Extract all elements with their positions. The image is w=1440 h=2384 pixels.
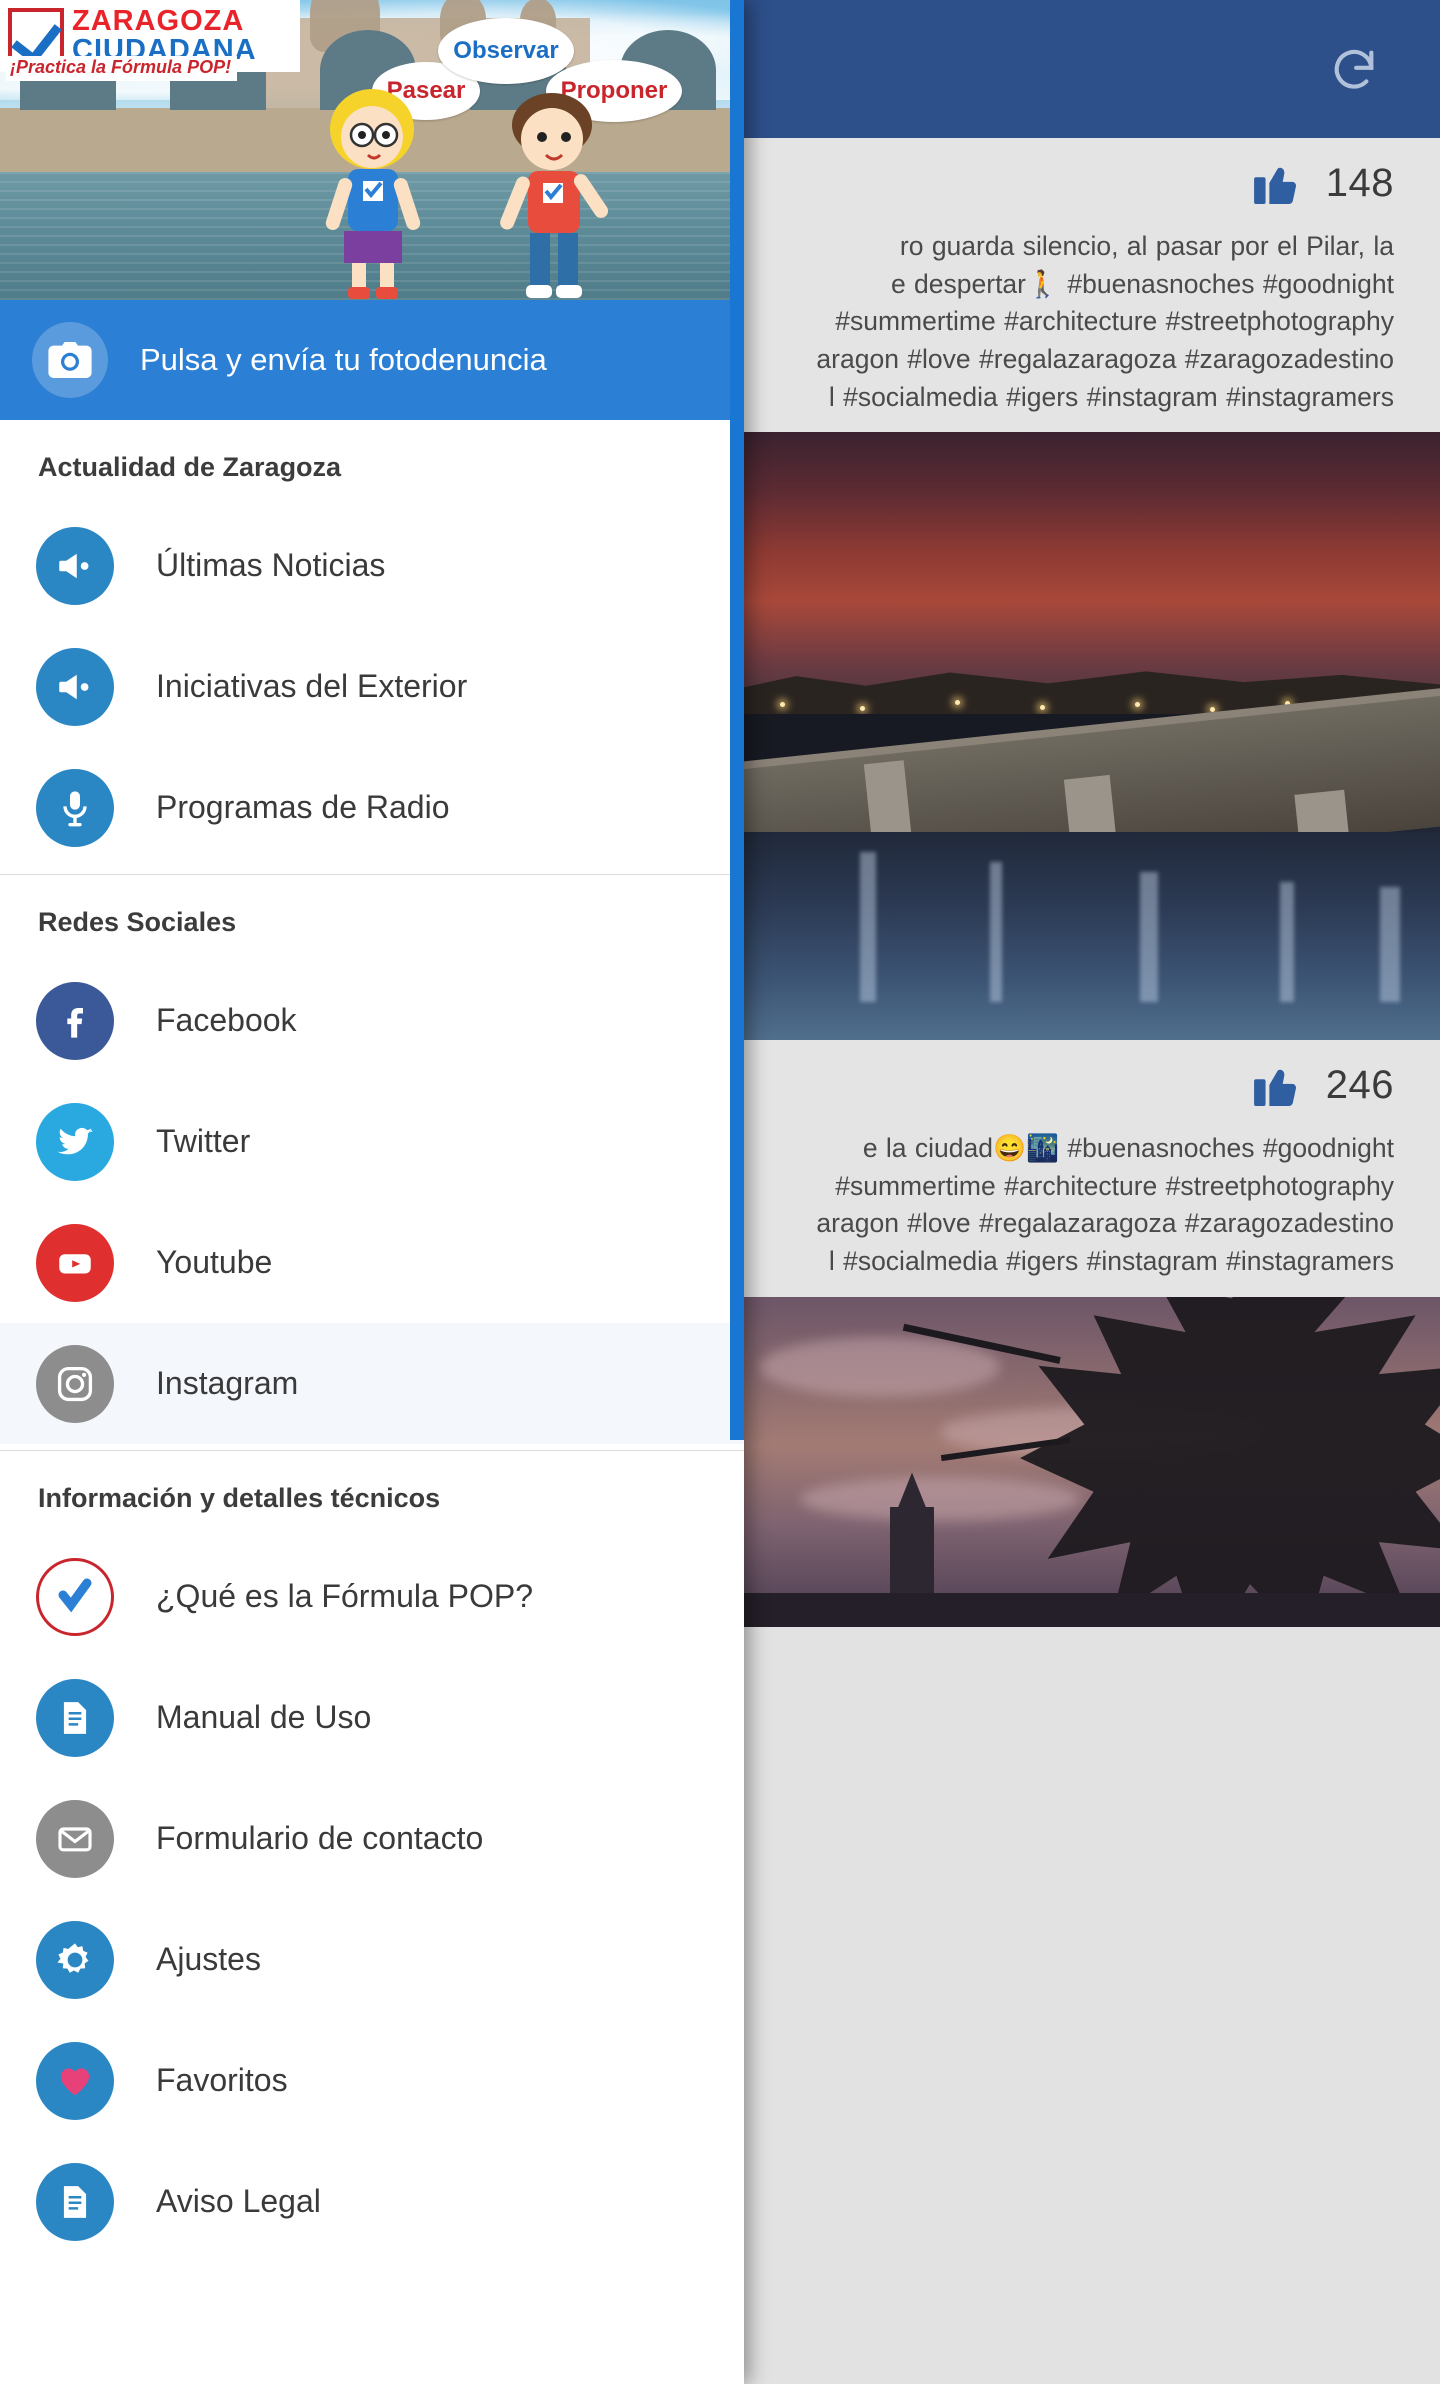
- menu-item-instagram[interactable]: Instagram: [0, 1323, 744, 1444]
- menu-item-label: Aviso Legal: [156, 2183, 321, 2219]
- menu-item-label: Manual de Uso: [156, 1699, 372, 1735]
- send-photo-complaint-button[interactable]: Pulsa y envía tu fotodenuncia: [0, 300, 744, 420]
- drawer-scrollbar[interactable]: [730, 0, 744, 1440]
- like-count: 246: [1325, 1062, 1394, 1107]
- logo-tagline: ¡Practica la Fórmula POP!: [6, 56, 238, 81]
- bubble-observar: Observar: [438, 18, 574, 84]
- menu-item-label: Youtube: [156, 1244, 273, 1280]
- megaphone-icon: [36, 526, 114, 605]
- menu-item-label: Iniciativas del Exterior: [156, 668, 468, 704]
- menu-item-youtube[interactable]: Youtube: [0, 1202, 744, 1323]
- document-icon: [36, 2162, 114, 2241]
- menu-item-label: Facebook: [156, 1002, 297, 1038]
- menu-item-label: Twitter: [156, 1123, 251, 1159]
- app-screen: 148 ro guarda silencio, al pasar por el …: [0, 0, 1440, 2384]
- camera-icon: [32, 322, 108, 398]
- gear-icon: [36, 1920, 114, 1999]
- menu-item-label: Últimas Noticias: [156, 547, 386, 583]
- section-title-informacion: Información y detalles técnicos: [38, 1483, 441, 1513]
- logo-line1: ZARAGOZA: [72, 5, 245, 37]
- menu-item-label: ¿Qué es la Fórmula POP?: [156, 1578, 534, 1614]
- drawer-header-banner: ZARAGOZA CIUDADANA ¡Practica la Fórmula …: [0, 0, 744, 300]
- thumbs-up-icon: [1253, 162, 1300, 204]
- navigation-drawer: ZARAGOZA CIUDADANA ¡Practica la Fórmula …: [0, 0, 744, 2384]
- menu-item-ajustes[interactable]: Ajustes: [0, 1899, 744, 2020]
- menu-item-label: Programas de Radio: [156, 789, 450, 825]
- twitter-icon: [36, 1102, 114, 1181]
- menu-item-favoritos[interactable]: Favoritos: [0, 2020, 744, 2141]
- menu-item-formulario-contacto[interactable]: Formulario de contacto: [0, 1778, 744, 1899]
- boy-character-illustration: [480, 85, 630, 300]
- menu-item-iniciativas-exterior[interactable]: Iniciativas del Exterior: [0, 626, 744, 747]
- menu-item-label: Ajustes: [156, 1941, 261, 1977]
- bubble-observar-label: Observar: [453, 37, 559, 64]
- menu-item-label: Formulario de contacto: [156, 1820, 484, 1856]
- thumbs-up-icon: [1253, 1064, 1300, 1106]
- section-title-redes-sociales: Redes Sociales: [38, 907, 237, 937]
- section-title-actualidad: Actualidad de Zaragoza: [38, 452, 342, 482]
- menu-item-que-es-formula-pop[interactable]: ¿Qué es la Fórmula POP?: [0, 1536, 744, 1657]
- post-photo[interactable]: [740, 1296, 1440, 1627]
- feed-post[interactable]: 148 ro guarda silencio, al pasar por el …: [740, 138, 1440, 1135]
- send-photo-complaint-label: Pulsa y envía tu fotodenuncia: [140, 342, 547, 377]
- like-count: 148: [1325, 160, 1394, 205]
- feed-post[interactable]: 246 e la ciudad😄🌃 #buenasnoches #goodnig…: [740, 1040, 1440, 1627]
- pop-check-icon: [36, 1557, 114, 1636]
- instagram-icon: [36, 1344, 114, 1423]
- facebook-icon: [36, 981, 114, 1060]
- post-caption: e la ciudad😄🌃 #buenasnoches #goodnight #…: [816, 1133, 1394, 1276]
- menu-item-ultimas-noticias[interactable]: Últimas Noticias: [0, 505, 744, 626]
- refresh-icon[interactable]: [1328, 44, 1380, 96]
- menu-item-aviso-legal[interactable]: Aviso Legal: [0, 2141, 744, 2262]
- menu-item-twitter[interactable]: Twitter: [0, 1081, 744, 1202]
- menu-item-label: Favoritos: [156, 2062, 288, 2098]
- heart-icon: [36, 2041, 114, 2120]
- youtube-icon: [36, 1223, 114, 1302]
- document-icon: [36, 1678, 114, 1757]
- microphone-icon: [36, 768, 114, 847]
- post-photo[interactable]: [740, 432, 1440, 1043]
- post-like-row: 246: [740, 1040, 1440, 1130]
- menu-item-manual-de-uso[interactable]: Manual de Uso: [0, 1657, 744, 1778]
- menu-item-programas-radio[interactable]: Programas de Radio: [0, 747, 744, 868]
- girl-character-illustration: [300, 85, 450, 300]
- post-like-row: 148: [740, 138, 1440, 228]
- post-caption: ro guarda silencio, al pasar por el Pila…: [816, 231, 1394, 412]
- megaphone-icon: [36, 647, 114, 726]
- menu-item-facebook[interactable]: Facebook: [0, 960, 744, 1081]
- menu-item-label: Instagram: [156, 1365, 299, 1401]
- envelope-icon: [36, 1799, 114, 1878]
